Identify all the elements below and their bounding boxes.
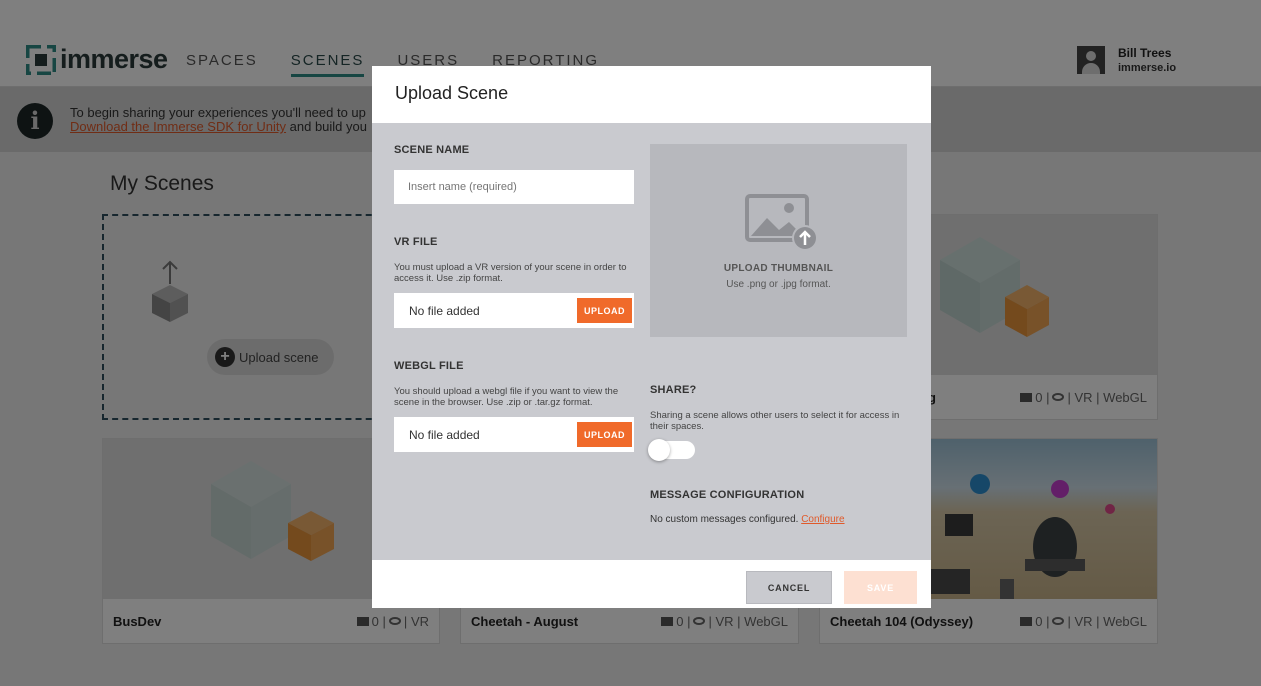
- image-upload-icon: [745, 194, 817, 251]
- save-button[interactable]: SAVE: [844, 571, 917, 604]
- vr-file-name: No file added: [409, 304, 480, 318]
- vr-file-help: You must upload a VR version of your sce…: [394, 262, 627, 284]
- share-toggle-knob: [648, 439, 670, 461]
- share-help: Sharing a scene allows other users to se…: [650, 410, 900, 432]
- upload-thumbnail-label: UPLOAD THUMBNAIL: [723, 263, 834, 274]
- message-config-text: No custom messages configured. Configure: [650, 514, 845, 525]
- webgl-file-row: No file added UPLOAD: [394, 417, 634, 452]
- upload-scene-modal: Upload Scene SCENE NAME VR FILE You must…: [372, 66, 931, 608]
- cancel-button[interactable]: CANCEL: [746, 571, 832, 604]
- configure-link[interactable]: Configure: [801, 514, 844, 525]
- vr-file-row: No file added UPLOAD: [394, 293, 634, 328]
- modal-title: Upload Scene: [395, 83, 509, 103]
- upload-thumbnail-dropzone[interactable]: UPLOAD THUMBNAIL Use .png or .jpg format…: [650, 144, 907, 337]
- upload-thumbnail-hint: Use .png or .jpg format.: [726, 279, 831, 290]
- modal-header: Upload Scene: [372, 66, 931, 123]
- scene-name-input[interactable]: [394, 170, 634, 204]
- webgl-file-name: No file added: [409, 428, 480, 442]
- webgl-file-label: WEBGL FILE: [394, 360, 464, 372]
- webgl-upload-button[interactable]: UPLOAD: [577, 422, 632, 447]
- vr-upload-button[interactable]: UPLOAD: [577, 298, 632, 323]
- share-toggle[interactable]: [648, 439, 695, 461]
- share-label: SHARE?: [650, 384, 697, 396]
- message-config-status: No custom messages configured.: [650, 514, 799, 525]
- webgl-file-help: You should upload a webgl file if you wa…: [394, 386, 619, 408]
- vr-file-label: VR FILE: [394, 236, 438, 248]
- scene-name-label: SCENE NAME: [394, 144, 470, 156]
- message-config-label: MESSAGE CONFIGURATION: [650, 489, 805, 501]
- modal-footer: CANCEL SAVE: [372, 560, 931, 608]
